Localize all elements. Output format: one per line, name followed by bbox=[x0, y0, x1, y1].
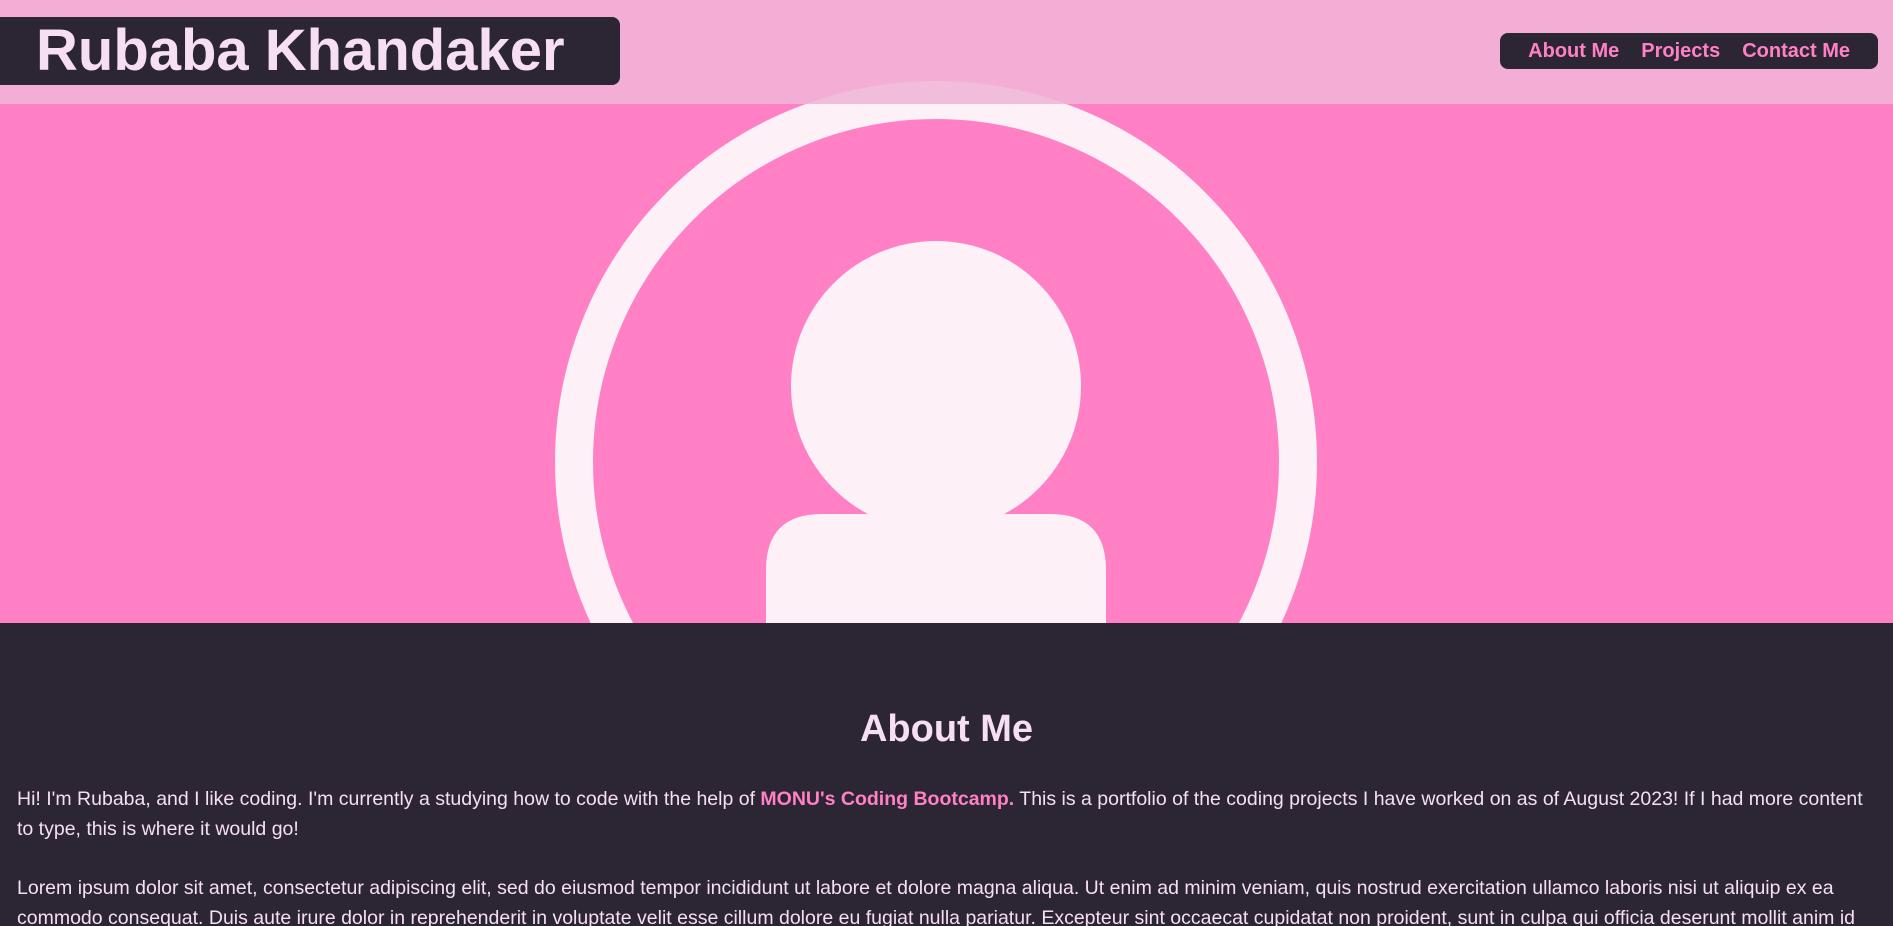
site-title: Rubaba Khandaker bbox=[0, 17, 620, 85]
about-heading: About Me bbox=[859, 708, 1034, 750]
bootcamp-link[interactable]: MONU's Coding Bootcamp. bbox=[760, 788, 1014, 810]
main-nav: About Me Projects Contact Me bbox=[1500, 33, 1878, 69]
portfolio-page: Rubaba Khandaker About Me Projects Conta… bbox=[0, 0, 1893, 926]
nav-link-contact-me[interactable]: Contact Me bbox=[1742, 40, 1850, 63]
about-intro-paragraph: Hi! I'm Rubaba, and I like coding. I'm c… bbox=[17, 784, 1877, 844]
intro-text-before: Hi! I'm Rubaba, and I like coding. I'm c… bbox=[17, 788, 761, 810]
about-section: About Me Hi! I'm Rubaba, and I like codi… bbox=[0, 623, 1893, 926]
nav-link-projects[interactable]: Projects bbox=[1641, 40, 1720, 63]
nav-link-about-me[interactable]: About Me bbox=[1528, 40, 1619, 63]
site-header: Rubaba Khandaker About Me Projects Conta… bbox=[0, 0, 1893, 104]
lorem-paragraph: Lorem ipsum dolor sit amet, consectetur … bbox=[17, 877, 1856, 926]
